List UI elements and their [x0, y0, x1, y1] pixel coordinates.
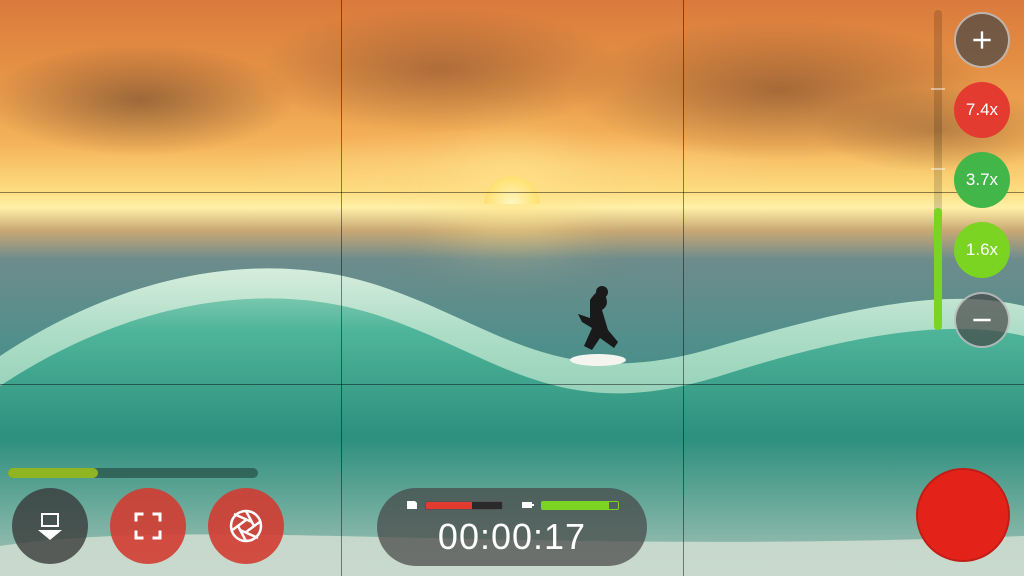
zoom-tick — [931, 168, 945, 170]
zoom-preset-3[interactable]: 1.6x — [954, 222, 1010, 278]
grid-line-v2 — [683, 0, 684, 576]
recording-timer: 00:00:17 — [438, 516, 586, 558]
bottom-left-controls — [12, 488, 284, 564]
zoom-in-button[interactable] — [954, 12, 1010, 68]
storage-level-bar — [425, 501, 503, 510]
aperture-button[interactable] — [208, 488, 284, 564]
battery-level-bar — [541, 501, 619, 510]
gallery-button[interactable] — [12, 488, 88, 564]
record-button[interactable] — [916, 468, 1010, 562]
surfer — [560, 280, 630, 370]
focus-frame-button[interactable] — [110, 488, 186, 564]
storage-indicator — [405, 498, 503, 512]
exposure-fill — [8, 468, 98, 478]
battery-level-fill — [542, 502, 609, 509]
zoom-out-button[interactable] — [954, 292, 1010, 348]
gallery-icon — [30, 506, 70, 546]
grid-line-h2 — [0, 384, 1024, 385]
grid-line-h1 — [0, 192, 1024, 193]
zoom-preset-label: 1.6x — [966, 240, 998, 260]
zoom-preset-2[interactable]: 3.7x — [954, 152, 1010, 208]
zoom-preset-label: 7.4x — [966, 100, 998, 120]
zoom-preset-label: 3.7x — [966, 170, 998, 190]
zoom-slider-track[interactable] — [934, 10, 942, 330]
zoom-tick — [931, 88, 945, 90]
zoom-preset-1[interactable]: 7.4x — [954, 82, 1010, 138]
minus-icon — [969, 307, 995, 333]
grid-line-v1 — [341, 0, 342, 576]
plus-icon — [969, 27, 995, 53]
levels-row — [405, 498, 619, 512]
zoom-controls: 7.4x 3.7x 1.6x — [954, 12, 1010, 348]
zoom-slider-fill — [934, 208, 942, 330]
storage-level-fill — [426, 502, 472, 509]
timer-panel: 00:00:17 — [377, 488, 647, 566]
storage-icon — [405, 498, 419, 512]
camera-viewfinder: 7.4x 3.7x 1.6x — [0, 0, 1024, 576]
battery-icon — [521, 498, 535, 512]
focus-frame-icon — [128, 506, 168, 546]
exposure-bar[interactable] — [8, 468, 258, 478]
aperture-icon — [226, 506, 266, 546]
battery-indicator — [521, 498, 619, 512]
